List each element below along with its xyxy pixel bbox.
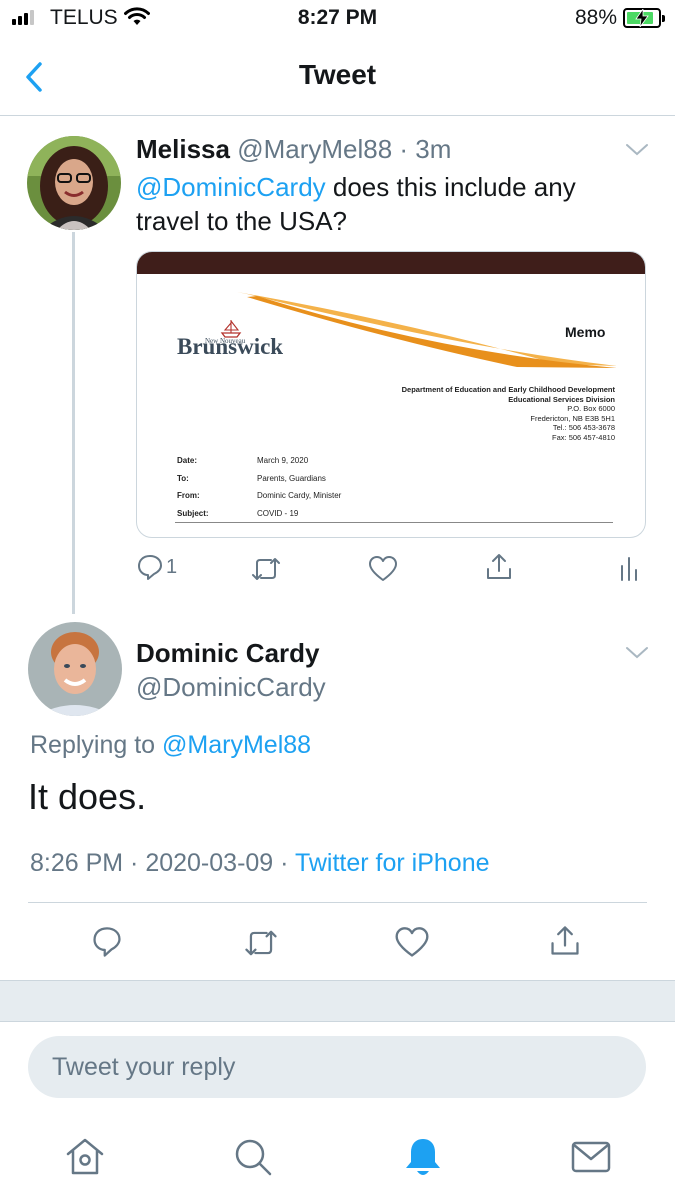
tab-bar bbox=[0, 1115, 675, 1200]
parent-tweet-text: @DominicCardy does this include any trav… bbox=[136, 170, 636, 238]
reply-count: 1 bbox=[166, 555, 178, 578]
mention-link[interactable]: @DominicCardy bbox=[136, 172, 326, 202]
divider bbox=[28, 902, 647, 903]
tweet-age: 3m bbox=[415, 134, 452, 164]
section-separator bbox=[0, 980, 675, 1022]
logo-text: Brunswick bbox=[177, 334, 284, 359]
replying-to-link[interactable]: @MaryMel88 bbox=[162, 731, 311, 759]
replying-to: Replying to @MaryMel88 bbox=[30, 731, 312, 759]
reply-input[interactable] bbox=[28, 1036, 646, 1098]
nav-bar: Tweet bbox=[0, 40, 675, 116]
avatar-dominic-cardy[interactable] bbox=[28, 622, 122, 716]
reply-icon[interactable] bbox=[91, 925, 123, 959]
search-icon[interactable] bbox=[231, 1135, 275, 1179]
like-icon[interactable] bbox=[394, 926, 430, 959]
memo-divider bbox=[175, 522, 613, 523]
reply-tweet-text: It does. bbox=[28, 776, 147, 817]
author-name[interactable]: Melissa bbox=[136, 134, 230, 164]
parent-tweet-header: Melissa @MaryMel88 · 3m bbox=[136, 134, 451, 165]
tweet-source-link[interactable]: Twitter for iPhone bbox=[295, 849, 490, 877]
tweet-media-image[interactable]: Memo New Nouveau Brunswick Department of… bbox=[136, 251, 646, 538]
memo-field-row: From: Dominic Cardy, Minister bbox=[177, 491, 342, 500]
memo-fields: Date: March 9, 2020 To: Parents, Guardians… bbox=[177, 452, 341, 522]
author-handle[interactable]: @MaryMel88 bbox=[237, 134, 392, 164]
reply-author-name[interactable]: Dominic Cardy bbox=[136, 638, 320, 669]
status-time: 8:27 PM bbox=[297, 6, 378, 29]
chevron-down-icon[interactable] bbox=[624, 645, 650, 661]
like-icon[interactable] bbox=[368, 555, 398, 583]
avatar-melissa[interactable] bbox=[27, 136, 121, 230]
status-bar: TELUS 8:27 PM 88% bbox=[0, 0, 675, 38]
reply-icon bbox=[138, 555, 162, 580]
memo-field-row: Date: March 9, 2020 bbox=[177, 456, 309, 465]
memo-title: Memo bbox=[565, 324, 606, 340]
tweet-timestamp: 8:26 PM · 2020-03-09 · Twitter for iPhon… bbox=[30, 849, 490, 877]
retweet-icon[interactable] bbox=[249, 555, 283, 583]
notifications-icon[interactable] bbox=[401, 1135, 445, 1179]
memo-department: Department of Education and Early Childh… bbox=[401, 385, 615, 442]
reply-author-handle[interactable]: @DominicCardy bbox=[136, 672, 326, 703]
memo-field-row: To: Parents, Guardians bbox=[177, 473, 326, 483]
swoosh-graphic bbox=[237, 292, 617, 368]
thread-connector bbox=[72, 232, 75, 614]
battery-icon bbox=[623, 8, 665, 28]
retweet-icon[interactable] bbox=[242, 927, 280, 959]
reply-button[interactable]: 1 bbox=[136, 553, 177, 581]
chevron-down-icon[interactable] bbox=[624, 142, 650, 158]
share-icon[interactable] bbox=[548, 923, 582, 959]
page-title: Tweet bbox=[298, 59, 377, 90]
analytics-icon[interactable] bbox=[619, 556, 639, 582]
battery-percent: 88% bbox=[574, 6, 617, 29]
home-icon[interactable] bbox=[63, 1135, 107, 1179]
memo-field-row: Subject: COVID - 19 bbox=[177, 508, 299, 518]
share-icon[interactable] bbox=[484, 552, 514, 582]
dot-separator: · bbox=[392, 134, 416, 164]
messages-icon[interactable] bbox=[569, 1135, 613, 1179]
